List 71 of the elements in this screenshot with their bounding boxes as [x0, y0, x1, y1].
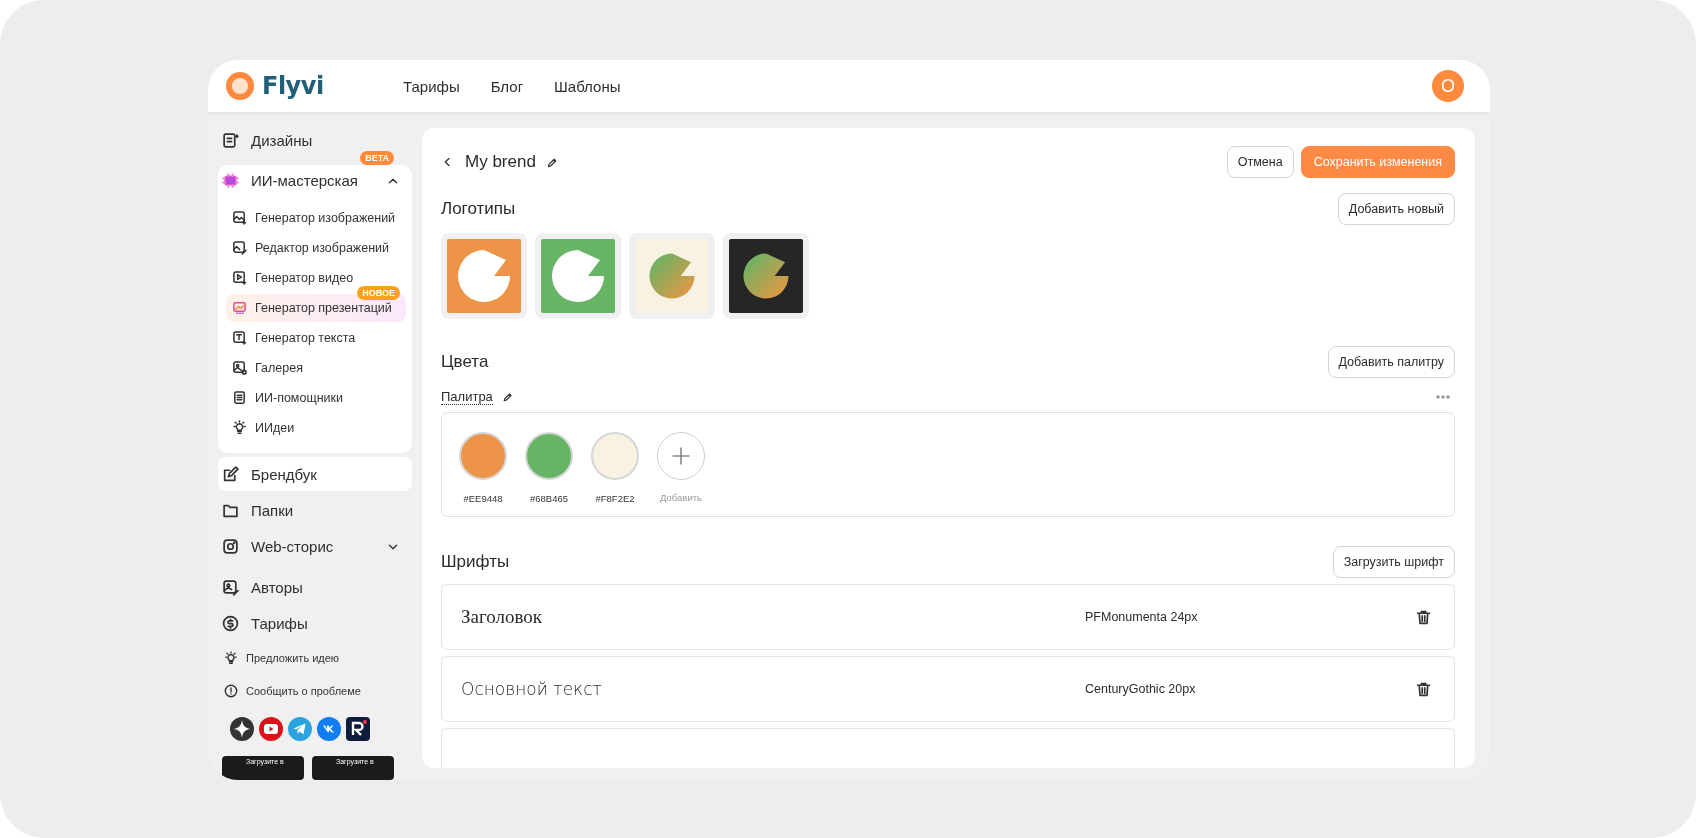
logo-tile[interactable] [723, 233, 809, 319]
alert-icon [224, 683, 238, 698]
beta-badge: BETA [360, 150, 394, 165]
font-sample: Заголовок [461, 606, 544, 628]
pencil-square-icon [222, 465, 239, 483]
camera-icon [222, 538, 239, 556]
sidebar-item[interactable]: Папки [218, 492, 412, 528]
document-icon [222, 131, 239, 149]
color-code: #68B465 [529, 493, 568, 504]
nav-link[interactable]: Тарифы [403, 77, 460, 95]
logo-tile[interactable] [629, 233, 715, 319]
list-icon [232, 390, 247, 406]
section-heading: Логотипы [441, 198, 516, 219]
plus-icon [670, 445, 692, 467]
add-logo-button[interactable]: Добавить новый [1337, 192, 1455, 225]
gallery-icon [232, 360, 247, 376]
sidebar-item[interactable]: Тарифы [218, 606, 412, 641]
brand-title: My brend [465, 152, 536, 172]
sidebar-group-toggle[interactable]: Web-сторис [218, 528, 412, 565]
sidebar-subitem[interactable]: Генератор изображений [226, 203, 406, 232]
trash-icon [1415, 608, 1432, 626]
brand-logo[interactable]: Flyvi [262, 72, 324, 100]
logo-tile[interactable] [535, 233, 621, 319]
font-name: PFMonumenta 24px [1085, 610, 1199, 624]
play-circle-icon[interactable] [259, 717, 283, 741]
image-pencil-icon [232, 240, 247, 256]
text-icon [232, 330, 247, 346]
dollar-icon [222, 614, 239, 632]
star-circle-icon[interactable] [230, 717, 254, 741]
sidebar-subitem[interactable]: Генератор текста [226, 323, 406, 352]
nav-link[interactable]: Блог [490, 77, 524, 95]
font-sample: Основной текст [461, 679, 603, 699]
color-code: #F8F2E2 [595, 493, 635, 504]
add-color-label: Добавить [660, 492, 702, 503]
lightbulb-icon [224, 651, 238, 666]
cancel-button[interactable]: Отмена [1226, 146, 1294, 178]
nav-link[interactable]: Шаблоны [554, 77, 621, 95]
chip-icon [222, 172, 239, 190]
color-swatch[interactable] [459, 432, 507, 480]
color-swatch[interactable] [525, 432, 573, 480]
r-square-icon[interactable] [346, 717, 370, 741]
sidebar-subitem[interactable]: Галерея [226, 353, 406, 382]
palette-name[interactable]: Палитра [441, 389, 493, 405]
sidebar-item[interactable]: Брендбук [218, 456, 412, 492]
footer-link[interactable]: Сообщить о проблеме [246, 684, 361, 697]
presentation-icon [232, 300, 247, 316]
logo-mark-icon [226, 72, 254, 100]
section-heading: Цвета [441, 351, 489, 372]
image-pencil-icon [222, 578, 239, 596]
color-swatch[interactable] [591, 432, 639, 480]
logo-tile[interactable] [441, 233, 527, 319]
image-plus-icon [232, 210, 247, 226]
sidebar-subitem[interactable]: ИИдеи [226, 413, 406, 442]
pencil-icon [501, 391, 514, 403]
add-palette-button[interactable]: Добавить палитру [1327, 345, 1455, 378]
sidebar-subitem[interactable]: Редактор изображений [226, 233, 406, 262]
lightbulb-icon [232, 420, 247, 436]
footer-link[interactable]: Предложить идею [246, 652, 340, 665]
sidebar-group-toggle[interactable]: ИИ-мастерская [218, 164, 412, 197]
paper-plane-icon[interactable] [288, 717, 312, 741]
video-icon [232, 270, 247, 286]
pencil-icon [545, 156, 559, 169]
section-heading: Шрифты [441, 551, 510, 572]
sidebar-subitem[interactable]: ИИ-помощники [226, 383, 406, 412]
upload-font-button[interactable]: Загрузить шрифт [1332, 545, 1455, 578]
font-name: CenturyGothic 20px [1085, 682, 1197, 696]
color-code: #EE9448 [463, 493, 503, 504]
sidebar-item[interactable]: Авторы [218, 570, 412, 605]
trash-icon [1415, 680, 1432, 698]
new-badge: НОВОЕ [357, 285, 400, 300]
vk-icon[interactable] [317, 717, 341, 741]
